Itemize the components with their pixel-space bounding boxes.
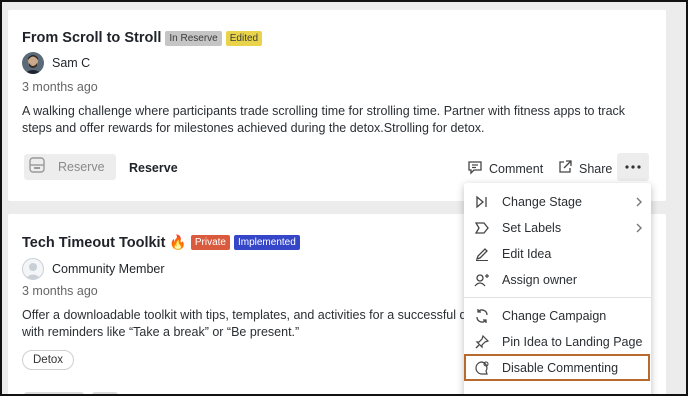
comment-button[interactable]: Comment (467, 159, 543, 178)
button-partial (92, 392, 118, 394)
idea-description-line: Offer a downloadable toolkit with tips, … (22, 308, 493, 322)
reserve-icon (28, 156, 46, 179)
author-row: Community Member (22, 258, 165, 280)
share-label: Share (579, 161, 613, 176)
menu-item-change-campaign[interactable]: Change Campaign (474, 304, 606, 328)
private-badge: Private (190, 235, 230, 250)
menu-item-label: Pin Idea to Landing Page (502, 335, 643, 349)
change-stage-icon (476, 195, 487, 209)
menu-item-label: Change Stage (502, 195, 582, 209)
menu-item-assign-owner[interactable]: Assign owner (474, 268, 577, 292)
tag-chip[interactable]: Detox (22, 350, 75, 370)
menu-item-label: Edit Idea (502, 247, 552, 261)
idea-description: A walking challenge where participants t… (22, 104, 626, 135)
comment-label: Comment (489, 161, 544, 176)
menu-item-label: Assign owner (502, 273, 578, 287)
share-icon (557, 159, 573, 178)
reserve-status-label: Reserve (129, 161, 178, 175)
reserve-button[interactable]: Reserve (24, 154, 116, 180)
timestamp: 3 months ago (22, 284, 98, 298)
avatar[interactable] (22, 258, 44, 280)
highlight-box (464, 354, 650, 381)
edited-badge: Edited (225, 30, 263, 46)
menu-item-set-labels[interactable]: Set Labels (474, 216, 561, 240)
reserve-button-label: Reserve (58, 160, 105, 174)
add-user-icon (474, 274, 489, 287)
comment-icon (467, 159, 483, 178)
avatar[interactable] (22, 52, 44, 74)
label-icon (474, 222, 489, 234)
share-button[interactable]: Share (557, 159, 612, 178)
idea-card: From Scroll to Stroll In Reserve Edited … (8, 10, 666, 201)
status-badge: In Reserve (165, 30, 222, 46)
menu-divider (464, 297, 651, 298)
ellipsis-icon (625, 165, 641, 169)
menu-item-pin-idea[interactable]: Pin Idea to Landing Page (474, 330, 642, 354)
idea-title-row: Tech Timeout Toolkit 🔥 Private Implement… (22, 234, 300, 251)
author-name[interactable]: Sam C (52, 56, 90, 70)
chevron-right-icon (636, 223, 642, 233)
implemented-badge: Implemented (233, 235, 300, 250)
reserve-button-partial (24, 392, 84, 394)
author-row: Sam C (22, 52, 90, 74)
more-options-button[interactable] (617, 153, 649, 181)
pencil-icon (475, 248, 488, 261)
menu-item-change-stage[interactable]: Change Stage (474, 190, 582, 214)
idea-description-line: with reminders like “Take a break” or “B… (22, 325, 300, 339)
author-name[interactable]: Community Member (52, 262, 165, 276)
pin-icon (475, 334, 490, 349)
idea-title[interactable]: Tech Timeout Toolkit (22, 235, 165, 251)
fire-icon: 🔥 (169, 234, 187, 250)
chevron-right-icon (636, 197, 642, 207)
menu-item-label: Set Labels (502, 221, 562, 235)
menu-item-label: Change Campaign (502, 309, 607, 323)
idea-title[interactable]: From Scroll to Stroll (22, 30, 161, 46)
idea-title-row: From Scroll to Stroll In Reserve Edited (22, 30, 263, 46)
menu-item-edit-idea[interactable]: Edit Idea (474, 242, 551, 266)
refresh-icon (476, 309, 488, 323)
screen-frame: From Scroll to Stroll In Reserve Edited … (0, 0, 688, 396)
timestamp: 3 months ago (22, 80, 98, 94)
